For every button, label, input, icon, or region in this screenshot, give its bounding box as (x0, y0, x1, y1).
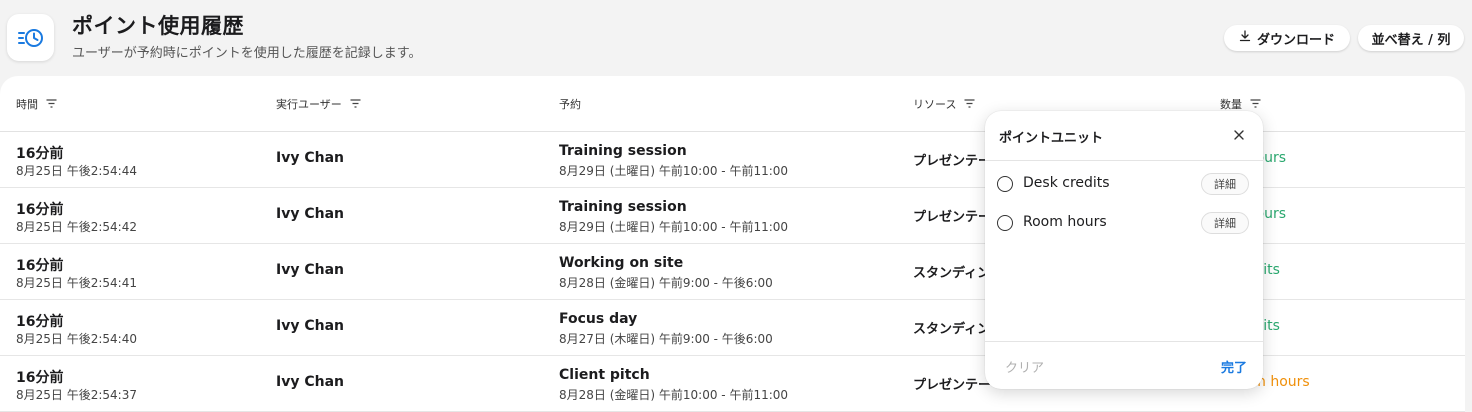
radio-button[interactable] (997, 176, 1013, 192)
timestamp: 8月25日 午後2:54:44 (16, 164, 137, 178)
resource-name: スタンディン (913, 266, 991, 281)
column-header-label: 時間 (16, 98, 38, 111)
resource-name: プレゼンテー (913, 210, 992, 225)
column-header-quantity[interactable]: 数量 (1220, 96, 1261, 112)
option-label: Desk credits (1023, 175, 1110, 191)
details-button[interactable]: 詳細 (1201, 212, 1249, 234)
timestamp: 8月25日 午後2:54:37 (16, 388, 137, 402)
done-button[interactable]: 完了 (1221, 357, 1247, 376)
relative-time: 16分前 (16, 258, 64, 274)
close-icon[interactable] (1229, 125, 1249, 145)
download-button[interactable]: ダウンロード (1224, 25, 1350, 51)
reservation-time: 8月28日 (金曜日) 午前10:00 - 午前11:00 (559, 388, 789, 402)
timestamp: 8月25日 午後2:54:41 (16, 276, 137, 290)
filter-icon[interactable] (1250, 98, 1261, 111)
download-icon (1239, 30, 1251, 46)
relative-time: 16分前 (16, 202, 64, 218)
timestamp: 8月25日 午後2:54:42 (16, 220, 137, 234)
page-subtitle: ユーザーが予約時にポイントを使用した履歴を記録します。 (72, 46, 422, 61)
history-icon (7, 14, 54, 61)
column-header-label: 予約 (559, 98, 581, 111)
details-button[interactable]: 詳細 (1201, 173, 1249, 195)
resource-name: スタンディン (913, 322, 991, 337)
reservation-title: Focus day (559, 311, 638, 327)
user-name: Ivy Chan (276, 262, 344, 278)
column-header-resource[interactable]: リソース (913, 96, 975, 112)
column-header-time[interactable]: 時間 (16, 96, 57, 112)
reservation-time: 8月28日 (金曜日) 午前9:00 - 午後6:00 (559, 276, 773, 290)
popup-title: ポイントユニット (999, 131, 1104, 146)
column-header-reservation: 予約 (559, 96, 581, 112)
user-name: Ivy Chan (276, 206, 344, 222)
reservation-title: Working on site (559, 255, 684, 271)
filter-icon[interactable] (350, 98, 361, 111)
filter-icon[interactable] (964, 98, 975, 111)
option-desk-credits[interactable]: Desk credits 詳細 (985, 166, 1263, 202)
relative-time: 16分前 (16, 146, 64, 162)
popup-footer-divider (985, 341, 1263, 342)
reservation-title: Training session (559, 143, 687, 159)
timestamp: 8月25日 午後2:54:40 (16, 332, 137, 346)
user-name: Ivy Chan (276, 318, 344, 334)
popup-divider (985, 160, 1263, 161)
option-label: Room hours (1023, 214, 1107, 230)
reservation-title: Training session (559, 199, 687, 215)
reservation-time: 8月29日 (土曜日) 午前10:00 - 午前11:00 (559, 220, 789, 234)
reservation-time: 8月29日 (土曜日) 午前10:00 - 午前11:00 (559, 164, 789, 178)
column-header-label: 実行ユーザー (276, 98, 342, 111)
page-title: ポイント使用履歴 (72, 14, 244, 38)
option-room-hours[interactable]: Room hours 詳細 (985, 205, 1263, 241)
column-header-label: 数量 (1220, 98, 1242, 111)
filter-icon[interactable] (46, 98, 57, 111)
relative-time: 16分前 (16, 314, 64, 330)
radio-button[interactable] (997, 215, 1013, 231)
column-header-label: リソース (913, 98, 957, 111)
sort-columns-button[interactable]: 並べ替え / 列 (1358, 25, 1464, 51)
point-unit-filter-popup: ポイントユニット Desk credits 詳細 Room hours 詳細 ク… (985, 111, 1263, 389)
user-name: Ivy Chan (276, 374, 344, 390)
page-header: ポイント使用履歴 ユーザーが予約時にポイントを使用した履歴を記録します。 ダウン… (0, 0, 1472, 76)
download-label: ダウンロード (1256, 32, 1335, 48)
clear-button[interactable]: クリア (1005, 357, 1044, 376)
resource-name: プレゼンテー (913, 154, 992, 169)
user-name: Ivy Chan (276, 150, 344, 166)
reservation-time: 8月27日 (木曜日) 午前9:00 - 午後6:00 (559, 332, 773, 346)
relative-time: 16分前 (16, 370, 64, 386)
resource-name: プレゼンテー (913, 378, 992, 393)
reservation-title: Client pitch (559, 367, 650, 383)
column-header-user[interactable]: 実行ユーザー (276, 96, 361, 112)
